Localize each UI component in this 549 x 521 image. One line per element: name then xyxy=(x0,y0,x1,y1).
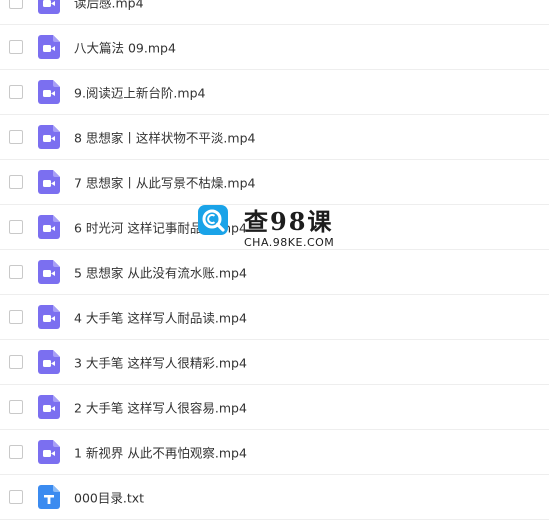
file-name[interactable]: 8 思想家丨这样状物不平淡.mp4 xyxy=(74,128,255,147)
file-row[interactable]: 5 思想家 从此没有流水账.mp4 xyxy=(0,250,549,295)
video-file-icon xyxy=(38,305,60,329)
row-checkbox[interactable] xyxy=(9,85,23,99)
file-name[interactable]: 9.阅读迈上新台阶.mp4 xyxy=(74,83,205,102)
file-row[interactable]: 2 大手笔 这样写人很容易.mp4 xyxy=(0,385,549,430)
file-row[interactable]: 八大篇法 09.mp4 xyxy=(0,25,549,70)
row-checkbox[interactable] xyxy=(9,220,23,234)
watermark-title: 查98课 xyxy=(244,207,334,236)
watermark-url: CHA.98KE.COM xyxy=(244,236,335,249)
video-file-icon xyxy=(38,80,60,104)
file-row[interactable]: 7 思想家丨从此写景不枯燥.mp4 xyxy=(0,160,549,205)
file-name[interactable]: 3 大手笔 这样写人很精彩.mp4 xyxy=(74,353,247,372)
video-file-icon xyxy=(38,260,60,284)
file-name[interactable]: 八大篇法 09.mp4 xyxy=(74,38,176,57)
video-file-icon xyxy=(38,125,60,149)
file-row[interactable]: 1 新视界 从此不再怕观察.mp4 xyxy=(0,430,549,475)
file-row[interactable]: 读后感.mp4 xyxy=(0,0,549,25)
video-file-icon xyxy=(38,0,60,14)
file-row[interactable]: 8 思想家丨这样状物不平淡.mp4 xyxy=(0,115,549,160)
row-checkbox[interactable] xyxy=(9,355,23,369)
file-name[interactable]: 1 新视界 从此不再怕观察.mp4 xyxy=(74,443,247,462)
file-name[interactable]: 4 大手笔 这样写人耐品读.mp4 xyxy=(74,308,247,327)
file-name[interactable]: 5 思想家 从此没有流水账.mp4 xyxy=(74,263,247,282)
video-file-icon xyxy=(38,440,60,464)
row-checkbox[interactable] xyxy=(9,265,23,279)
row-checkbox[interactable] xyxy=(9,445,23,459)
file-row[interactable]: 000目录.txt xyxy=(0,475,549,520)
video-file-icon xyxy=(38,395,60,419)
row-checkbox[interactable] xyxy=(9,175,23,189)
file-row[interactable]: 4 大手笔 这样写人耐品读.mp4 xyxy=(0,295,549,340)
video-file-icon xyxy=(38,350,60,374)
file-name[interactable]: 000目录.txt xyxy=(74,488,144,507)
file-name[interactable]: 读后感.mp4 xyxy=(74,0,144,12)
row-checkbox[interactable] xyxy=(9,490,23,504)
file-row[interactable]: 9.阅读迈上新台阶.mp4 xyxy=(0,70,549,115)
row-checkbox[interactable] xyxy=(9,310,23,324)
row-checkbox[interactable] xyxy=(9,0,23,9)
row-checkbox[interactable] xyxy=(9,40,23,54)
video-file-icon xyxy=(38,35,60,59)
file-name[interactable]: 7 思想家丨从此写景不枯燥.mp4 xyxy=(74,173,255,192)
video-file-icon xyxy=(38,170,60,194)
row-checkbox[interactable] xyxy=(9,130,23,144)
file-row[interactable]: 3 大手笔 这样写人很精彩.mp4 xyxy=(0,340,549,385)
magnifier-logo-icon xyxy=(198,205,228,235)
text-file-icon xyxy=(38,485,60,509)
row-checkbox[interactable] xyxy=(9,400,23,414)
video-file-icon xyxy=(38,215,60,239)
file-name[interactable]: 2 大手笔 这样写人很容易.mp4 xyxy=(74,398,247,417)
file-list: 读后感.mp4 八大篇法 09.mp4 9.阅读迈上新台阶.mp4 8 思想家丨… xyxy=(0,0,549,520)
